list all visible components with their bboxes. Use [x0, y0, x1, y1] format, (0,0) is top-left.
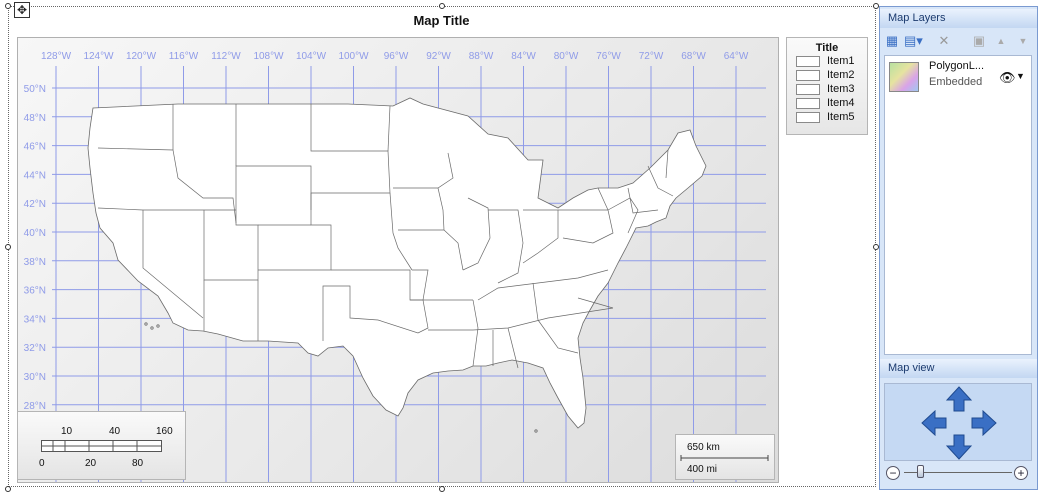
chevron-down-icon[interactable]: ▼: [1016, 71, 1025, 81]
legend-swatch: [796, 97, 820, 109]
resize-handle[interactable]: [439, 3, 445, 9]
scale-top-label: 160: [156, 426, 173, 437]
latitude-label: 38°N: [24, 257, 46, 268]
island-dot: [144, 322, 148, 326]
legend-item: Item2: [796, 68, 867, 82]
longitude-label: 80°W: [554, 51, 579, 62]
scale-km-label: 650 km: [687, 442, 720, 453]
scale-bottom-label: 20: [85, 458, 97, 469]
visibility-eye-icon[interactable]: 👁: [999, 70, 1016, 86]
legend-item-label: Item1: [827, 55, 855, 67]
longitude-label: 108°W: [253, 51, 284, 62]
scale-top-label: 40: [109, 426, 121, 437]
legend-item-label: Item3: [827, 83, 855, 95]
resize-handle[interactable]: [5, 486, 11, 492]
latitude-label: 34°N: [24, 314, 46, 325]
scale-bar-numeric[interactable]: 10 40 160 0 20 80: [17, 411, 186, 480]
legend-item-label: Item5: [827, 111, 855, 123]
longitude-labels: 128°W 124°W 120°W 116°W 112°W 108°W 104°W 100°W…: [41, 51, 749, 62]
latitude-label: 42°N: [24, 199, 46, 210]
longitude-label: 116°W: [169, 51, 199, 62]
latitude-label: 32°N: [24, 343, 46, 354]
longitude-label: 112°W: [211, 51, 241, 62]
delete-layer-icon[interactable]: ✕: [935, 32, 953, 50]
map-title: Map Title: [413, 13, 470, 28]
map-view-header: Map view: [880, 359, 1037, 378]
legend-item-label: Item2: [827, 69, 855, 81]
layer-name: PolygonL...: [929, 60, 985, 72]
resize-handle[interactable]: [5, 3, 11, 9]
us-states-map: [87, 97, 707, 433]
zoom-out-icon[interactable]: −: [886, 466, 900, 480]
map-layers-header: Map Layers: [880, 9, 1037, 28]
legend-item: Item1: [796, 54, 867, 68]
zoom-slider-thumb[interactable]: [917, 465, 924, 478]
move-up-icon[interactable]: ▲: [992, 32, 1010, 50]
map-view-navigator: [884, 383, 1032, 461]
scale-bottom-label: 80: [132, 458, 144, 469]
layer-options-icon[interactable]: ▤▾: [904, 32, 923, 50]
longitude-label: 76°W: [596, 51, 621, 62]
latitude-label: 30°N: [24, 372, 46, 383]
latitude-label: 46°N: [24, 142, 46, 153]
longitude-label: 68°W: [681, 51, 706, 62]
legend-swatch: [796, 55, 820, 67]
layer-source: Embedded: [929, 76, 983, 88]
scale-mi-label: 400 mi: [687, 464, 718, 475]
longitude-label: 128°W: [41, 51, 72, 62]
island-dot: [156, 324, 160, 328]
legend[interactable]: Title Item1 Item2 Item3 Item4 Item5: [786, 37, 868, 135]
scale-bottom-label: 0: [39, 458, 45, 469]
resize-handle[interactable]: [5, 244, 11, 250]
island-dot: [150, 326, 154, 330]
layer-item[interactable]: PolygonL... Embedded 👁 ▼: [889, 60, 1027, 96]
legend-swatch: [796, 111, 820, 123]
zoom-control: − +: [884, 463, 1032, 485]
island-dot: [534, 429, 538, 433]
legend-item: Item3: [796, 82, 867, 96]
legend-item: Item5: [796, 110, 867, 124]
legend-swatch: [796, 83, 820, 95]
add-layer-icon[interactable]: ▦: [883, 32, 901, 50]
zoom-in-icon[interactable]: +: [1014, 466, 1028, 480]
longitude-label: 64°W: [724, 51, 749, 62]
longitude-label: 124°W: [83, 51, 114, 62]
us-outline: [87, 97, 707, 429]
latitude-label: 36°N: [24, 286, 46, 297]
pan-down-icon[interactable]: [946, 434, 972, 460]
longitude-label: 100°W: [338, 51, 369, 62]
latitude-label: 50°N: [24, 84, 46, 95]
pan-right-icon[interactable]: [971, 410, 997, 436]
scale-distance-line: [680, 455, 769, 461]
latitude-label: 40°N: [24, 228, 46, 239]
resize-handle[interactable]: [439, 486, 445, 492]
move-handle-icon[interactable]: ✥: [14, 2, 30, 18]
latitude-label: 44°N: [24, 170, 46, 181]
longitude-label: 104°W: [296, 51, 327, 62]
legend-swatch: [796, 69, 820, 81]
latitude-label: 48°N: [24, 113, 46, 124]
pan-left-icon[interactable]: [921, 410, 947, 436]
legend-item: Item4: [796, 96, 867, 110]
legend-item-label: Item4: [827, 97, 855, 109]
layer-properties-icon[interactable]: ▣: [970, 32, 988, 50]
longitude-label: 96°W: [384, 51, 409, 62]
longitude-label: 92°W: [426, 51, 451, 62]
scale-top-label: 10: [61, 426, 73, 437]
map-layers-panel: Map Layers ▦ ▤▾ ✕ ▣ ▲ ▼ PolygonL... Embe…: [879, 6, 1038, 490]
longitude-label: 84°W: [511, 51, 536, 62]
pan-up-icon[interactable]: [946, 386, 972, 412]
longitude-label: 120°W: [126, 51, 157, 62]
latitude-labels: 50°N 48°N 46°N 44°N 42°N 40°N 38°N 36°N 34°N 32°N…: [24, 84, 46, 412]
longitude-label: 72°W: [639, 51, 664, 62]
scale-bar-distance[interactable]: 650 km 400 mi: [675, 434, 775, 480]
polygon-layer-icon: [889, 62, 919, 92]
layer-list[interactable]: PolygonL... Embedded 👁 ▼: [884, 55, 1032, 355]
longitude-label: 88°W: [469, 51, 494, 62]
scale-ruler: [41, 440, 162, 452]
layers-toolbar: ▦ ▤▾ ✕ ▣ ▲ ▼: [880, 30, 1037, 52]
legend-title: Title: [815, 42, 839, 54]
move-down-icon[interactable]: ▼: [1014, 32, 1032, 50]
